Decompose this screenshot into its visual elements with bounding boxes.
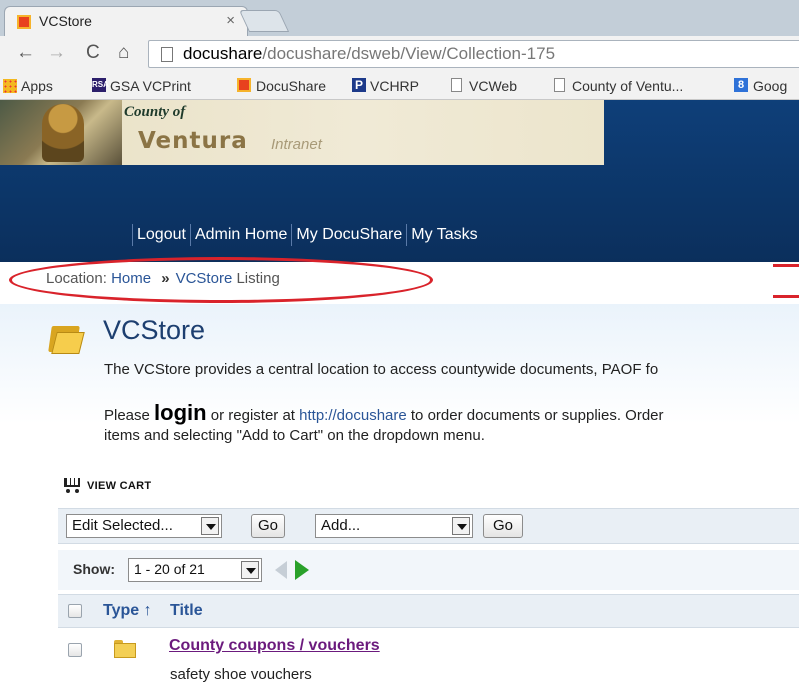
- bookmark-apps[interactable]: Apps: [21, 78, 53, 94]
- dropdown-arrow-icon[interactable]: [452, 517, 470, 535]
- page-icon: [451, 78, 462, 92]
- url-host: docushare: [183, 44, 263, 63]
- rsa-icon: RSA: [92, 78, 109, 92]
- home-icon[interactable]: ⌂: [118, 42, 129, 64]
- reload-icon[interactable]: C: [86, 42, 100, 64]
- bookmark-google[interactable]: Goog: [753, 78, 787, 94]
- bookmark-vchrp[interactable]: VCHRP: [370, 78, 419, 94]
- row-description: safety shoe vouchers: [170, 666, 312, 683]
- bookmark-county-of-ventura[interactable]: County of Ventu...: [572, 78, 683, 94]
- browser-tab-vcstore[interactable]: VCStore ×: [4, 6, 248, 36]
- banner-photo: [0, 100, 122, 165]
- bookmarks-bar: Apps RSA GSA VCPrint DocuShare P VCHRP V…: [0, 72, 799, 100]
- add-value: Add...: [321, 517, 361, 534]
- bookmark-gsa-vcprint[interactable]: GSA VCPrint: [110, 78, 191, 94]
- site-header: County of Ventura Intranet Logout Admin H…: [0, 100, 799, 262]
- add-to-cart-instructions: items and selecting "Add to Cart" on the…: [104, 427, 485, 444]
- docushare-icon: [237, 78, 251, 92]
- folder-icon: [114, 640, 136, 658]
- login-link[interactable]: login: [154, 400, 207, 425]
- address-bar[interactable]: docushare/docushare/dsweb/View/Collectio…: [148, 40, 799, 68]
- annotation-line: [773, 264, 799, 267]
- nav-my-tasks[interactable]: My Tasks: [406, 224, 481, 246]
- shopping-cart-icon[interactable]: [60, 476, 82, 494]
- page-icon: [161, 47, 173, 62]
- show-label: Show:: [73, 561, 115, 577]
- login-instructions: Please login or register at http://docus…: [104, 400, 664, 426]
- back-arrow-icon[interactable]: ←: [16, 42, 35, 64]
- nav-my-docushare[interactable]: My DocuShare: [291, 224, 406, 246]
- collection-description: The VCStore provides a central location …: [104, 361, 659, 378]
- annotation-ellipse: [9, 257, 433, 303]
- dropdown-arrow-icon[interactable]: [201, 517, 219, 535]
- annotation-line: [773, 295, 799, 298]
- statue-figure: [42, 104, 84, 162]
- table-row: County coupons / vouchers safety shoe vo…: [58, 628, 799, 690]
- banner-intranet-text: Intranet: [271, 136, 322, 153]
- banner-ventura-text: Ventura: [138, 128, 248, 154]
- apps-grid-icon: [3, 79, 17, 93]
- row-title-link[interactable]: County coupons / vouchers: [169, 637, 380, 655]
- tab-title: VCStore: [39, 13, 92, 29]
- please-text: Please: [104, 407, 155, 424]
- tab-close-icon[interactable]: ×: [226, 12, 235, 29]
- url-path: /docushare/dsweb/View/Collection-175: [262, 44, 556, 63]
- register-text: or register at: [206, 407, 300, 424]
- edit-selected-value: Edit Selected...: [72, 517, 173, 534]
- action-bar: Edit Selected... Go Add... Go: [58, 508, 799, 544]
- view-cart-link[interactable]: VIEW CART: [87, 480, 151, 492]
- top-navigation: Logout Admin Home My DocuShare My Tasks: [132, 224, 482, 246]
- address-url[interactable]: docushare/docushare/dsweb/View/Collectio…: [183, 44, 555, 64]
- page-range-value: 1 - 20 of 21: [134, 561, 205, 577]
- register-url-link[interactable]: http://docushare: [299, 407, 407, 424]
- county-banner: County of Ventura Intranet: [0, 100, 604, 165]
- forward-arrow-icon[interactable]: →: [47, 42, 66, 64]
- next-page-icon[interactable]: [295, 560, 309, 580]
- docushare-favicon-icon: [17, 15, 31, 29]
- google-icon: 8: [734, 78, 748, 92]
- previous-page-icon[interactable]: [275, 561, 287, 579]
- page-icon: [554, 78, 565, 92]
- add-go-button[interactable]: Go: [483, 514, 523, 538]
- nav-logout[interactable]: Logout: [132, 224, 190, 246]
- browser-tabstrip: VCStore ×: [0, 0, 799, 36]
- dropdown-arrow-icon[interactable]: [241, 561, 259, 579]
- bookmark-vcweb[interactable]: VCWeb: [469, 78, 517, 94]
- column-header-type[interactable]: Type ↑: [103, 602, 152, 620]
- add-dropdown[interactable]: Add...: [315, 514, 473, 538]
- page-range-dropdown[interactable]: 1 - 20 of 21: [128, 558, 262, 582]
- folder-icon: [48, 322, 85, 354]
- bookmark-docushare[interactable]: DocuShare: [256, 78, 326, 94]
- p-icon: P: [352, 78, 366, 92]
- page-title: VCStore: [103, 315, 206, 345]
- column-header-title[interactable]: Title: [170, 602, 203, 620]
- table-header: Type ↑ Title: [58, 594, 799, 628]
- row-checkbox[interactable]: [68, 643, 82, 657]
- order-text: to order documents or supplies. Order: [406, 407, 664, 424]
- nav-admin-home[interactable]: Admin Home: [189, 224, 291, 246]
- browser-toolbar: ← → C ⌂ docushare/docushare/dsweb/View/C…: [0, 36, 799, 72]
- banner-county-text: County of: [124, 104, 186, 120]
- pager-bar: Show: 1 - 20 of 21: [58, 550, 799, 590]
- edit-selected-dropdown[interactable]: Edit Selected...: [66, 514, 222, 538]
- select-all-checkbox[interactable]: [68, 604, 82, 618]
- edit-go-button[interactable]: Go: [251, 514, 285, 538]
